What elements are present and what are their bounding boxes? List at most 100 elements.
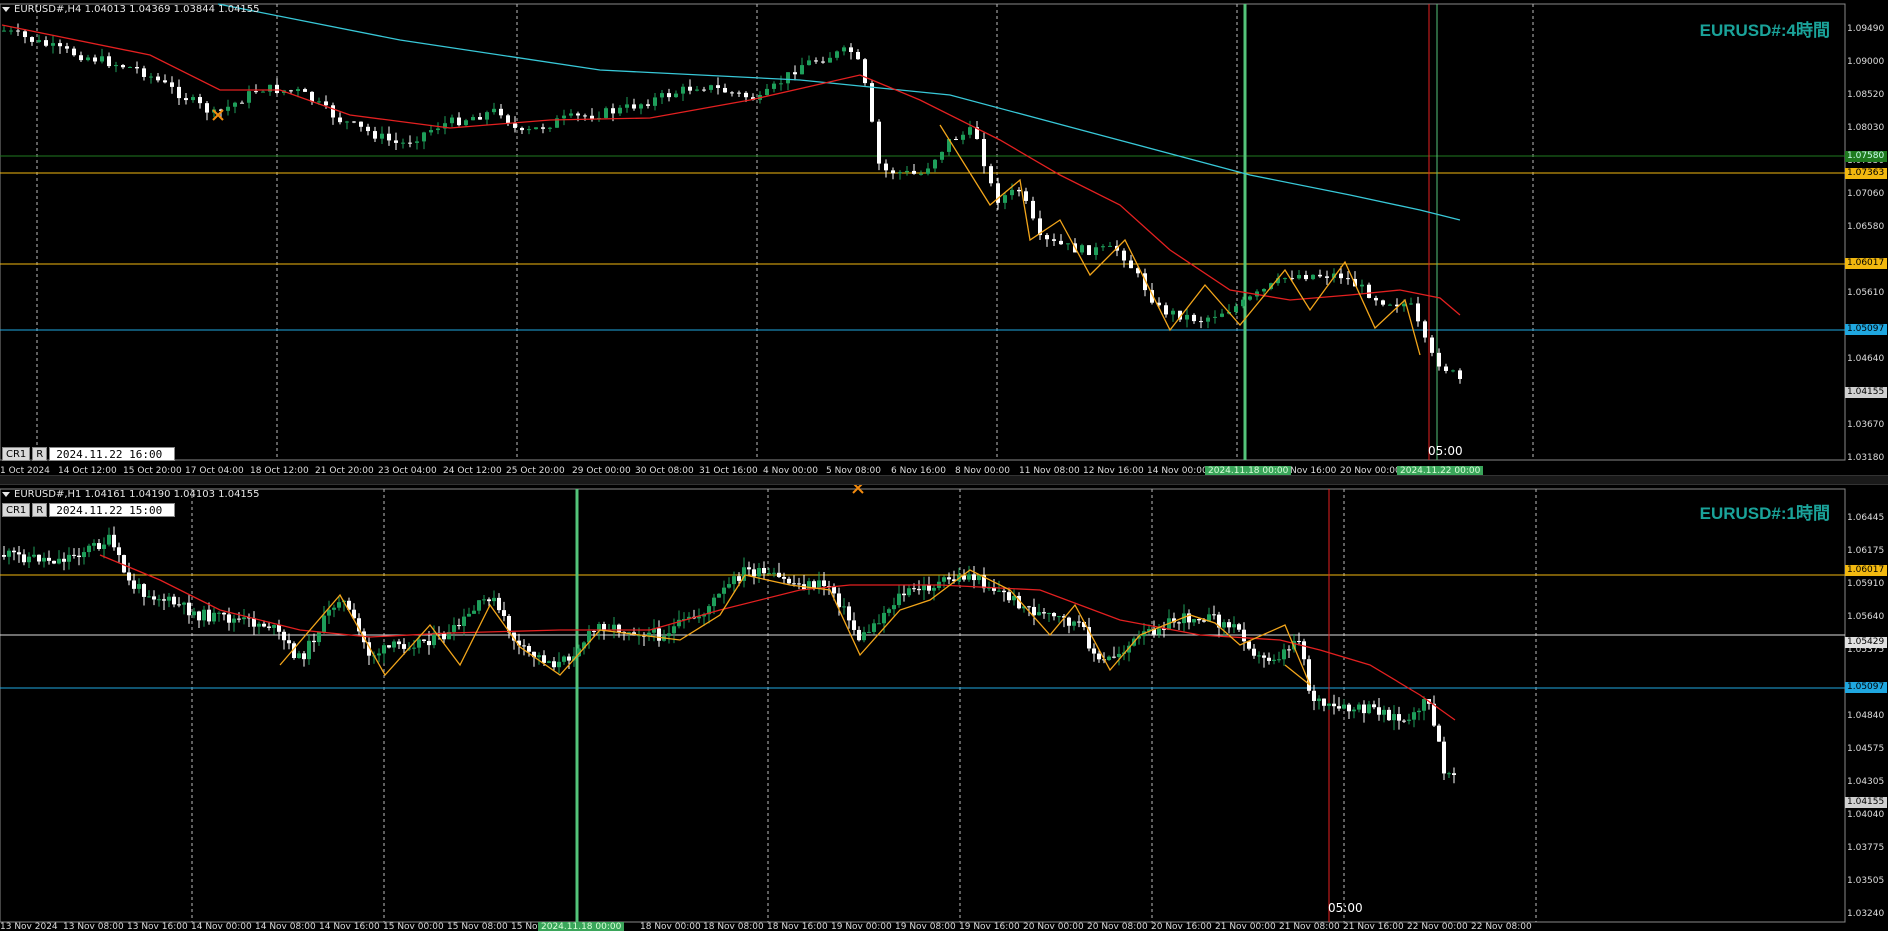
candle-body [674,93,678,98]
h4-time-axis: 1 Oct 2024 14 Oct 12:00 15 Oct 20:00 17 … [0,466,1845,475]
candle-body [1117,653,1121,657]
candle-body [1402,720,1406,722]
candle-body [847,606,851,621]
candle-body [612,624,616,631]
candle-body [282,631,286,641]
candle-body [172,596,176,605]
candle-body [422,132,426,142]
candle-body [324,101,328,106]
h1-crosshair-box[interactable]: CR1 R 2024.11.22 15:00 [2,503,176,517]
candle-body [534,127,538,130]
candle-body [717,593,721,598]
candle-body [327,609,331,616]
candle-body [772,572,776,574]
collapse-triangle-icon[interactable] [2,6,10,12]
h4-current-price-tag: 1.04155 [1845,387,1887,398]
candle-body [852,620,856,630]
r-button[interactable]: R [32,503,48,517]
candle-body [1066,243,1070,245]
h4-chart-canvas[interactable] [0,0,1888,475]
candle-body [1199,321,1203,323]
x-tick: 18 Nov 16:00 [767,922,828,931]
candle-body [849,47,853,52]
cr1-button[interactable]: CR1 [2,503,31,517]
h1-current-price-tag: 1.04155 [1845,797,1887,808]
x-tick: 25 Oct 20:00 [506,466,565,475]
candle-body [527,129,531,131]
candle-body [1322,698,1326,706]
candle-body [902,593,906,596]
candle-body [82,552,86,558]
candle-body [482,599,486,601]
candle-body [1412,712,1416,720]
candle-body [502,610,506,616]
candle-body [1302,641,1306,660]
h4-blue-level-tag: 1.05097 [1845,324,1887,335]
x-tick: 12 Nov 16:00 [1083,466,1144,475]
candle-body [117,547,121,556]
candle-body [1283,278,1287,280]
candle-body [1423,321,1427,338]
candle-body [322,615,326,633]
candle-body [121,65,125,68]
candle-body [77,555,81,558]
candle-body [1312,690,1316,701]
candle-body [261,91,265,93]
y-tick: 1.09000 [1847,57,1885,67]
h1-price-axis: 1.06445 1.06175 1.05910 1.05640 1.05375 … [1843,485,1888,931]
candle-body [552,661,556,668]
candle-body [467,613,471,617]
candle-body [1129,260,1133,269]
h4-time-marker: 05:00 [1428,444,1463,458]
x-tick: 20 Nov 16:00 [1151,922,1212,931]
candle-body [1267,657,1271,661]
y-tick: 1.03180 [1847,453,1885,463]
x-tick: 14 Nov 16:00 [319,922,380,931]
candle-body [542,655,546,663]
x-tick: 14 Nov 08:00 [255,922,316,931]
candle-body [401,142,405,144]
candle-body [52,560,56,564]
candle-body [442,633,446,640]
y-tick: 1.04575 [1847,744,1885,754]
candle-body [422,639,426,641]
h1-time-axis: 13 Nov 2024 13 Nov 08:00 13 Nov 16:00 14… [0,922,1845,931]
pane-separator[interactable] [0,475,1888,485]
cr1-button[interactable]: CR1 [2,447,31,461]
candle-body [429,130,433,133]
candle-body [93,57,97,62]
h1-chart-canvas[interactable] [0,485,1888,931]
r-button[interactable]: R [32,447,48,461]
candle-body [1234,306,1238,312]
candle-body [835,51,839,58]
candle-body [1248,296,1252,300]
candle-body [1447,773,1451,775]
candle-body [184,98,188,101]
candle-body [940,151,944,160]
candle-body [1360,284,1364,287]
chart-pane-h4[interactable]: EURUSD#,H4 1.04013 1.04369 1.03844 1.041… [0,0,1888,475]
candle-body [227,614,231,623]
candle-body [926,168,930,174]
candle-body [814,60,818,62]
candle-body [968,127,972,135]
y-tick: 1.04040 [1847,810,1885,820]
candle-body [862,632,866,641]
candle-body [887,609,891,613]
h4-info-text: EURUSD#,H4 1.04013 1.04369 1.03844 1.041… [14,4,260,15]
candle-body [487,599,491,602]
candle-body [1107,656,1111,660]
h4-crosshair-box[interactable]: CR1 R 2024.11.22 16:00 [2,447,176,461]
candle-body [142,68,146,77]
x-tick: 31 Oct 16:00 [699,466,758,475]
chart-pane-h1[interactable]: EURUSD#,H1 1.04161 1.04190 1.04103 1.041… [0,485,1888,931]
candle-body [527,646,531,652]
candle-body [765,88,769,96]
candle-body [1277,659,1281,661]
candle-body [317,632,321,643]
x-tick: 19 Nov 16:00 [959,922,1020,931]
candle-body [233,102,237,107]
collapse-triangle-icon[interactable] [2,491,10,497]
y-tick: 1.09490 [1847,24,1885,34]
candle-body [12,550,16,553]
